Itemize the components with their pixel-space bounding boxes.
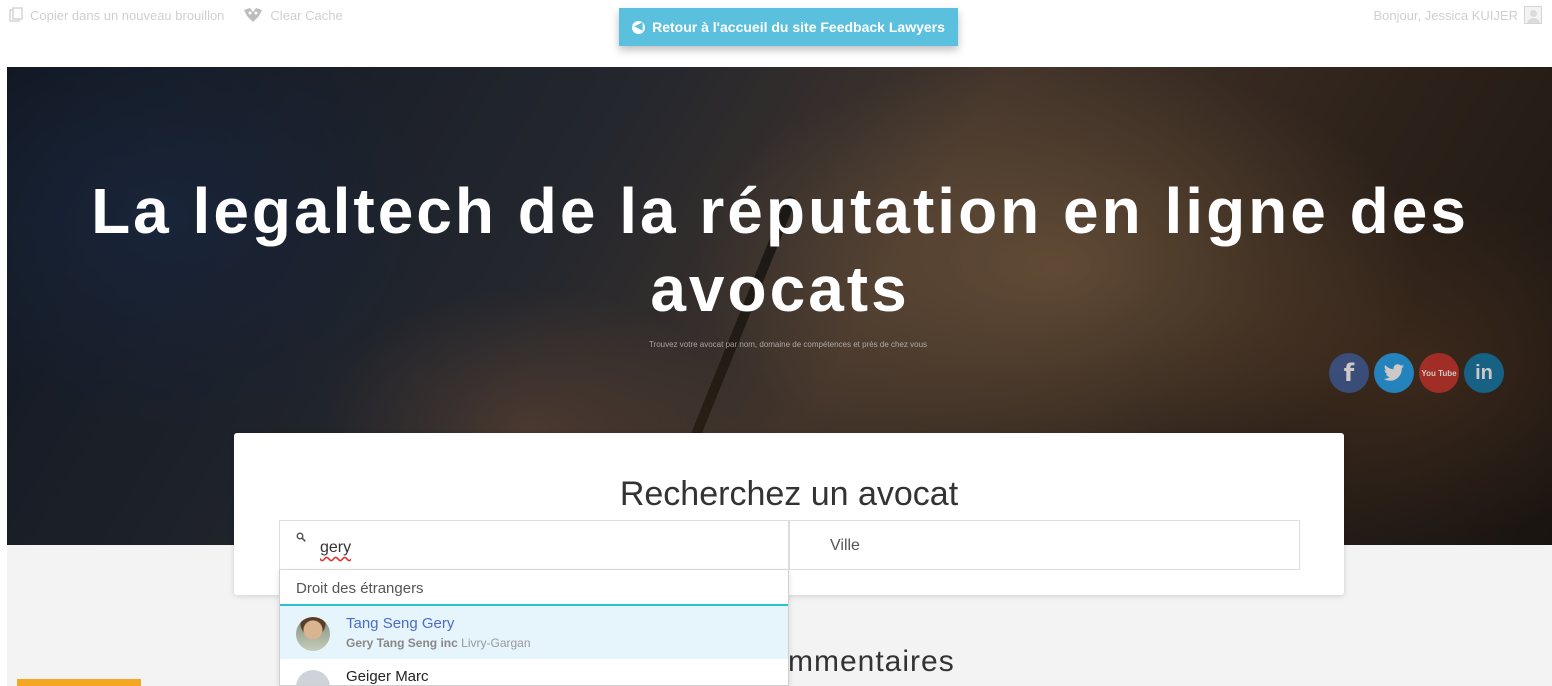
copy-draft-label: Copier dans un nouveau brouillon — [30, 7, 225, 23]
lawyer-city: Livry-Gargan — [461, 636, 531, 650]
autocomplete-dropdown: Droit des étrangers Tang Seng Gery Gery … — [279, 570, 789, 686]
list-item[interactable]: Geiger Marc — [280, 659, 788, 685]
search-title: Recherchez un avocat — [619, 475, 959, 513]
clear-cache-link[interactable]: Clear Cache — [242, 7, 343, 23]
city-placeholder: Ville — [830, 537, 860, 554]
city-input[interactable]: Ville — [789, 520, 1300, 570]
cache-icon — [244, 8, 263, 22]
dropdown-category[interactable]: Droit des étrangers — [280, 570, 788, 606]
hero-subtitle: Trouvez votre avocat par nom, domaine de… — [648, 340, 928, 349]
lawyer-firm: Gery Tang Seng inc — [346, 636, 458, 650]
back-to-home-label: Retour à l'accueil du site Feedback Lawy… — [652, 19, 945, 35]
user-avatar-icon — [1524, 6, 1542, 24]
copy-icon — [9, 7, 23, 22]
comments-heading: mmentaires — [788, 645, 955, 678]
search-icon — [296, 532, 306, 542]
facebook-icon[interactable]: f — [1329, 353, 1369, 393]
lawyer-avatar — [296, 617, 330, 651]
back-to-home-button[interactable]: ◀ Retour à l'accueil du site Feedback La… — [619, 8, 958, 46]
lawyer-name: Geiger Marc — [346, 668, 429, 685]
social-links: f You Tube in — [1329, 353, 1504, 393]
clear-cache-label: Clear Cache — [270, 7, 343, 23]
arrow-left-icon: ◀ — [632, 20, 646, 34]
feedback-tab[interactable] — [17, 679, 141, 686]
hero-title: La legaltech de la réputation en ligne d… — [91, 175, 1469, 325]
admin-toolbar: Copier dans un nouveau brouillon Clear C… — [8, 4, 343, 26]
lawyer-search-input[interactable]: gery — [279, 520, 789, 570]
copy-draft-link[interactable]: Copier dans un nouveau brouillon — [8, 7, 224, 23]
page: Copier dans un nouveau brouillon Clear C… — [0, 0, 1552, 686]
lawyer-avatar — [296, 670, 330, 685]
twitter-icon[interactable] — [1374, 353, 1414, 393]
user-menu[interactable]: Bonjour, Jessica KUIJER — [1373, 4, 1542, 26]
search-input-value: gery — [320, 539, 352, 556]
youtube-icon[interactable]: You Tube — [1419, 353, 1459, 393]
lawyer-details: Gery Tang Seng inc Livry-Gargan — [346, 636, 788, 650]
lawyer-name: Tang Seng Gery — [346, 615, 455, 632]
list-item[interactable]: Tang Seng Gery Gery Tang Seng inc Livry-… — [280, 606, 788, 659]
greeting-text: Bonjour, Jessica KUIJER — [1373, 7, 1518, 23]
linkedin-icon[interactable]: in — [1464, 353, 1504, 393]
